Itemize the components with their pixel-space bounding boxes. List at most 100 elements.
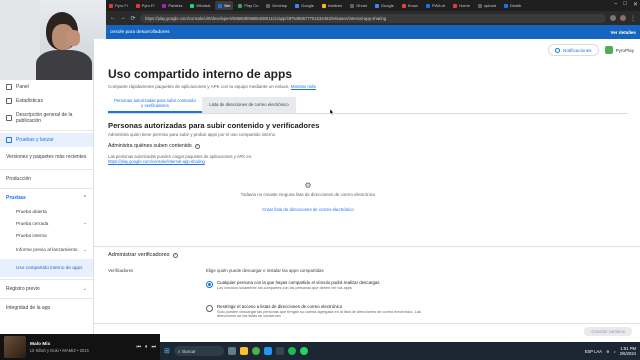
browser-tab[interactable]: Ghost [347,1,370,10]
radio-option-anyone[interactable]: Cualquier persona con la que hayas compa… [206,280,380,290]
browser-tab[interactable]: Intelben [319,1,345,10]
sidebar-item-internal-testing[interactable]: Prueba interna [0,229,93,241]
chrome-icon[interactable] [251,347,260,355]
mouse-cursor [330,109,334,115]
tab-uploaders-testers[interactable]: Personas autorizadas para subir contenid… [108,97,202,113]
tab-label: Intelben [328,3,343,8]
profile-avatar[interactable] [620,15,626,21]
empty-state-text: Todavía no creaste ninguna lista de dire… [240,192,376,197]
tab-label: Bet [224,3,231,8]
create-email-list-link[interactable]: Crear lista de direcciones de correo ele… [108,207,508,212]
sidebar-group-tests[interactable]: Pruebas ⌃ [0,191,93,205]
task-view-icon[interactable] [227,347,236,355]
clock[interactable]: 1:51 PM 2/6/2024 [620,346,636,356]
tab-bar: Personas autorizadas para subir contenid… [108,97,628,114]
window-controls: – □ ✕ [614,1,638,8]
next-icon[interactable]: ⏭ [151,344,156,350]
browser-tab[interactable]: Pyro Fi [106,1,131,10]
forward-icon[interactable]: → [120,15,126,21]
sidebar-item-closed-testing[interactable]: Prueba cerrada ⌄ [0,217,93,229]
browser-tab[interactable]: PWA dr [423,1,448,10]
wifi-icon[interactable]: ≋ [606,349,610,354]
sidebar-group-testing[interactable]: Pruebas y lanzar [0,133,93,147]
browser-tab[interactable]: Pyro Fi [133,1,158,10]
browser-tab[interactable]: Google [292,1,317,10]
tab-favicon-icon [162,3,167,8]
tab-label: Know [407,3,418,8]
maximize-icon[interactable]: □ [623,1,627,8]
save-changes-button[interactable]: Guardar cambios [584,327,632,336]
sidebar-item-stats[interactable]: Estadísticas [0,94,93,108]
browser-tab[interactable]: Pantera [159,1,185,10]
tab-email-lists[interactable]: Lista de direcciones de correo electróni… [202,97,296,113]
vscode-icon[interactable] [263,347,272,355]
whatsapp-icon[interactable] [299,347,308,355]
album-art [4,336,26,358]
testers-title: Administrar verificadores [108,252,170,258]
sidebar-item-internal-app-sharing[interactable]: Uso compartido interno de apps [0,259,93,277]
empty-state: ⚙ Todavía no creaste ninguna lista de di… [108,181,508,212]
info-icon[interactable]: ? [194,143,200,149]
close-icon[interactable]: ✕ [633,1,638,8]
file-explorer-icon[interactable] [239,347,248,355]
show-more-link[interactable]: Mostrar más [291,84,316,89]
sidebar-item-pre-registration[interactable]: Registro previo ⌄ [0,282,93,296]
browser-tab[interactable]: Play Co [235,1,261,10]
info-icon[interactable]: ? [172,252,178,258]
spotify-icon[interactable] [287,347,296,355]
browser-tab[interactable]: Distrib [501,1,524,10]
sidebar-item-panel[interactable]: Panel [0,80,93,94]
sidebar-item-publishing[interactable]: Descripción general de la publicación [0,108,93,128]
page-description: Comparte rápidamente paquetes de aplicac… [108,84,316,89]
radio-button[interactable] [206,305,213,312]
tab-favicon-icon [477,3,482,8]
top-actions: Notificaciones PyroPlay [548,44,634,56]
browser-tab[interactable]: Bet [215,1,234,10]
chevron-down-icon: ⌄ [83,247,87,253]
browser-tab[interactable]: WhatsA [187,1,213,10]
sidebar-item-app-integrity[interactable]: Integridad de la app [0,301,93,315]
pause-icon[interactable]: ⏸ [145,344,148,350]
extension-icon[interactable] [610,15,616,21]
terminal-icon[interactable] [275,347,284,355]
previous-icon[interactable]: ⏮ [136,344,141,350]
save-bar: Guardar cambios [94,323,640,337]
language-indicator[interactable]: ESP LAA [585,349,602,354]
sidebar: Panel Estadísticas Descripción general d… [0,80,94,334]
console-title: onsole para desarrolladores [110,29,170,35]
uploaders-title: Administra quiénes suben contenido [108,143,192,149]
section-title: Personas autorizadas para subir contenid… [108,121,320,130]
chevron-down-icon: ⌄ [82,286,87,292]
reload-icon[interactable]: ⟳ [130,15,136,22]
app-selector[interactable]: PyroPlay [604,46,634,54]
volume-icon[interactable]: ♪ [614,349,616,354]
windows-start-icon[interactable]: ⊞ [164,347,170,355]
tab-favicon-icon [295,3,300,8]
minimize-icon[interactable]: – [614,1,617,8]
stats-icon [6,98,12,104]
sidebar-item-production[interactable]: Producción [0,172,93,186]
menu-icon[interactable]: ⋮ [630,15,636,22]
radio-button[interactable] [206,281,213,288]
tab-label: WhatsA [196,3,211,8]
sidebar-item-open-testing[interactable]: Prueba abierta [0,205,93,217]
taskbar-search[interactable]: ⌕ Buscar [173,346,224,356]
internal-sharing-link[interactable]: https://play.google.com/console/internal… [108,159,628,164]
sidebar-item-pre-launch-report[interactable]: Informe previo al lanzamiento ⌄ [0,241,93,259]
notifications-button[interactable]: Notificaciones [548,44,599,56]
browser-tab[interactable]: Home [450,1,473,10]
url-field[interactable]: https://play.google.com/console/u/0/deve… [140,13,606,23]
sidebar-item-versions[interactable]: Versiones y paquetes más recientes [0,147,93,167]
back-icon[interactable]: ← [110,15,116,21]
bell-icon [555,47,560,53]
view-details-link[interactable]: Ver detalles [610,30,636,35]
browser-tab[interactable]: Google [372,1,397,10]
browser-tab[interactable]: Develop [263,1,290,10]
radio-option-restrict[interactable]: Restringir el acceso a listas de direcci… [206,304,427,318]
browser-tab[interactable]: Know [399,1,421,10]
tab-label: upload [483,3,496,8]
browser-tab[interactable]: upload [475,1,499,10]
tab-favicon-icon [374,3,379,8]
tab-favicon-icon [190,3,195,8]
tab-label: Pyro Fi [141,3,155,8]
